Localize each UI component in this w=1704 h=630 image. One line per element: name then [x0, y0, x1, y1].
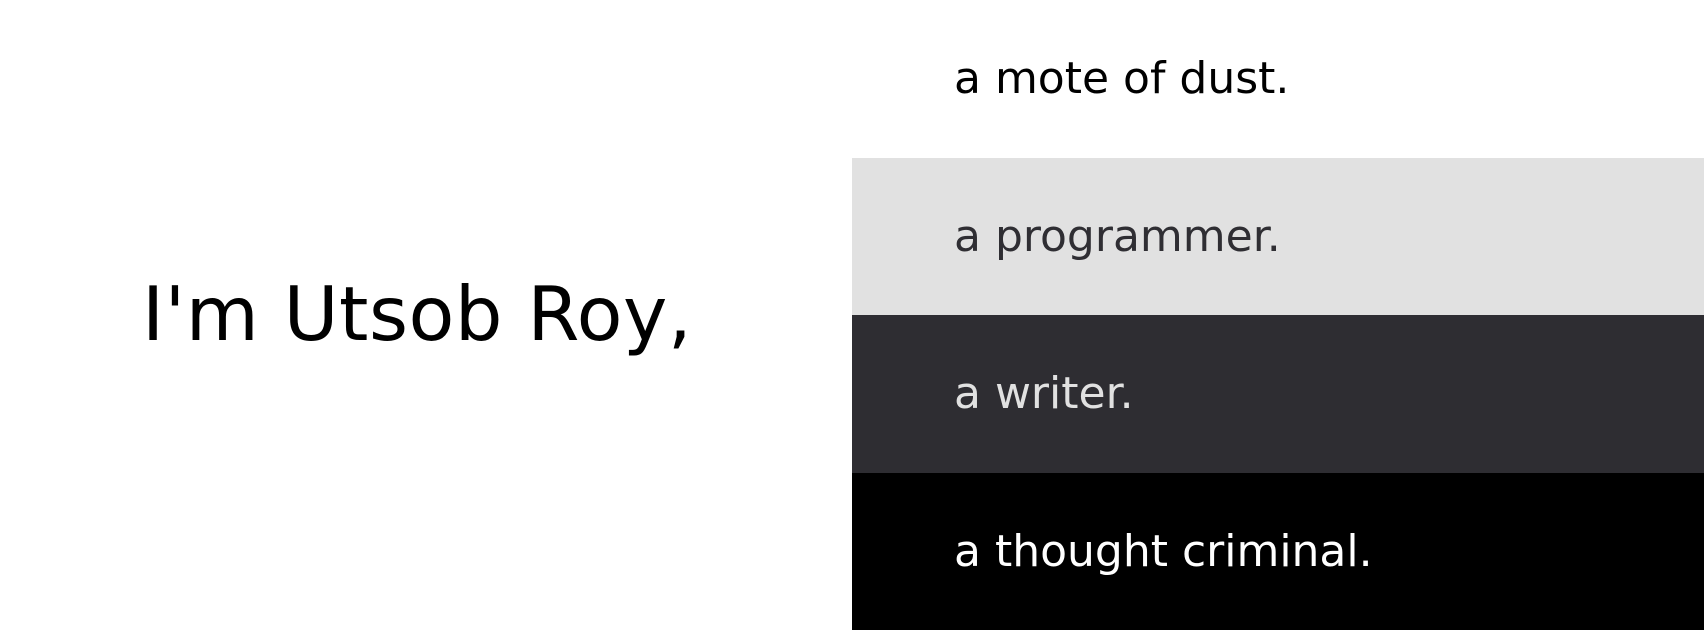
role-item-thought-criminal[interactable]: a thought criminal.	[852, 472, 1704, 630]
role-label: a thought criminal.	[954, 525, 1373, 577]
role-item-programmer[interactable]: a programmer.	[852, 157, 1704, 315]
page: I'm Utsob Roy, a mote of dust. a program…	[0, 0, 1704, 630]
role-label: a programmer.	[954, 210, 1281, 262]
role-item-writer[interactable]: a writer.	[852, 315, 1704, 473]
intro-heading: I'm Utsob Roy,	[142, 270, 693, 358]
role-item-mote-of-dust[interactable]: a mote of dust.	[852, 0, 1704, 158]
role-label: a writer.	[954, 368, 1134, 420]
role-label: a mote of dust.	[954, 53, 1290, 105]
intro-panel: I'm Utsob Roy,	[0, 0, 852, 630]
roles-panel: a mote of dust. a programmer. a writer. …	[852, 0, 1704, 630]
